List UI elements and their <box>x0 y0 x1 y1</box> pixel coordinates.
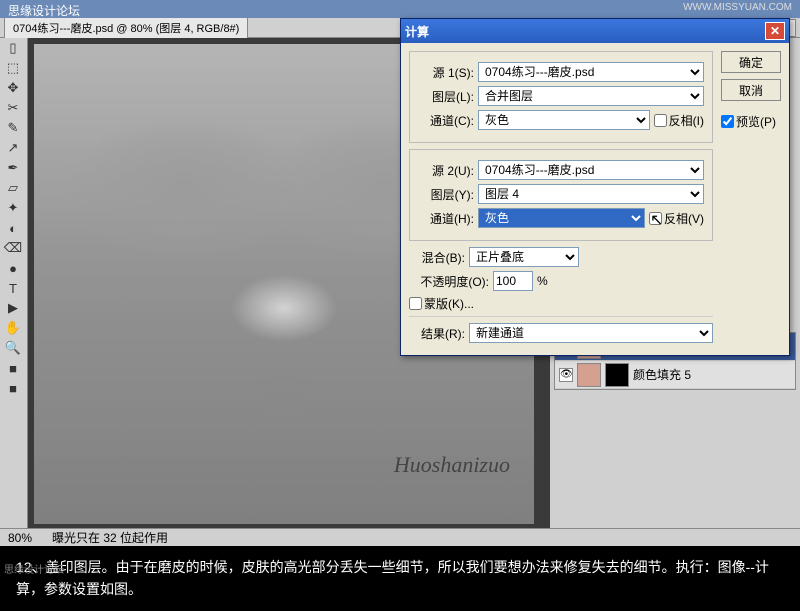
app-titlebar: 思缘设计论坛 WWW.MISSYUAN.COM <box>0 0 800 18</box>
tool-button[interactable]: ◐ <box>0 218 26 238</box>
tool-button[interactable]: T <box>0 278 26 298</box>
document-tab[interactable]: 0704练习---磨皮.psd @ 80% (图层 4, RGB/8#) <box>4 17 248 39</box>
mask-checkbox[interactable] <box>409 297 422 310</box>
forum-name: 思缘设计论坛 <box>8 4 80 18</box>
tool-button[interactable]: ↗ <box>0 138 26 158</box>
source1-channel-label: 通道(C): <box>418 112 474 129</box>
source2-channel-select[interactable]: 灰色 <box>478 208 645 228</box>
source1-group: 源 1(S): 0704练习---磨皮.psd 图层(L): 合并图层 通道(C… <box>409 51 713 143</box>
source1-layer-label: 图层(L): <box>418 88 474 105</box>
source2-group: 源 2(U): 0704练习---磨皮.psd 图层(Y): 图层 4 通道(H… <box>409 149 713 241</box>
preview-checkbox[interactable] <box>721 115 734 128</box>
tool-button[interactable]: ▶ <box>0 298 26 318</box>
tool-button[interactable]: ✥ <box>0 78 26 98</box>
source2-channel-label: 通道(H): <box>418 210 474 227</box>
tool-button[interactable]: ✋ <box>0 318 26 338</box>
signature-text: Huoshanizuo <box>394 452 510 478</box>
source2-layer-select[interactable]: 图层 4 <box>478 184 704 204</box>
layer-row[interactable]: 👁 颜色填充 5 <box>555 361 795 389</box>
tool-button[interactable]: ● <box>0 258 26 278</box>
tool-button[interactable]: ✦ <box>0 198 26 218</box>
result-label: 结果(R): <box>409 325 465 342</box>
watermark-bottom: 思缘设计论坛 <box>4 561 64 576</box>
layer-name: 颜色填充 5 <box>633 366 691 383</box>
source1-file-select[interactable]: 0704练习---磨皮.psd <box>478 62 704 82</box>
source2-label: 源 2(U): <box>418 162 474 179</box>
tool-button[interactable]: ■ <box>0 378 26 398</box>
visibility-icon[interactable]: 👁 <box>559 368 573 382</box>
tool-button[interactable]: ■ <box>0 358 26 378</box>
opacity-pct: % <box>537 274 548 288</box>
tool-button[interactable]: 🔍 <box>0 338 26 358</box>
tool-button[interactable]: ⌫ <box>0 238 26 258</box>
opacity-input[interactable] <box>493 271 533 291</box>
opacity-label: 不透明度(O): <box>409 273 489 290</box>
tutorial-caption: 12、盖印图层。由于在磨皮的时候，皮肤的高光部分丢失一些细节，所以我们要想办法来… <box>0 546 800 611</box>
mask-label: 蒙版(K)... <box>424 295 474 312</box>
dialog-title: 计算 <box>405 23 429 40</box>
tool-button[interactable]: ✂ <box>0 98 26 118</box>
source1-channel-select[interactable]: 灰色 <box>478 110 650 130</box>
cancel-button[interactable]: 取消 <box>721 79 781 101</box>
blend-label: 混合(B): <box>409 249 465 266</box>
calculations-dialog: 计算 ✕ 源 1(S): 0704练习---磨皮.psd 图层(L): 合并图层… <box>400 18 790 356</box>
layer-mask-thumb <box>605 363 629 387</box>
tool-palette: ▯⬚✥✂✎↗✒▱✦◐⌫●T▶✋🔍■■ <box>0 38 28 528</box>
source1-invert-label: 反相(I) <box>669 112 704 129</box>
ok-button[interactable]: 确定 <box>721 51 781 73</box>
source2-invert-checkbox[interactable] <box>649 212 662 225</box>
blend-select[interactable]: 正片叠底 <box>469 247 579 267</box>
tool-button[interactable]: ▱ <box>0 178 26 198</box>
tool-button[interactable]: ✎ <box>0 118 26 138</box>
tool-button[interactable]: ✒ <box>0 158 26 178</box>
source1-label: 源 1(S): <box>418 64 474 81</box>
status-bar: 80% 曝光只在 32 位起作用 <box>0 528 800 546</box>
source2-file-select[interactable]: 0704练习---磨皮.psd <box>478 160 704 180</box>
watermark-url: WWW.MISSYUAN.COM <box>683 2 792 13</box>
close-icon[interactable]: ✕ <box>765 22 785 40</box>
source2-layer-label: 图层(Y): <box>418 186 474 203</box>
tool-button[interactable]: ▯ <box>0 38 26 58</box>
source1-layer-select[interactable]: 合并图层 <box>478 86 704 106</box>
tool-button[interactable]: ⬚ <box>0 58 26 78</box>
layer-thumb <box>577 363 601 387</box>
preview-label: 预览(P) <box>736 113 776 130</box>
result-select[interactable]: 新建通道 <box>469 323 713 343</box>
dialog-titlebar[interactable]: 计算 ✕ <box>401 19 789 43</box>
source2-invert-label: 反相(V) <box>664 210 704 227</box>
status-message: 曝光只在 32 位起作用 <box>52 529 168 546</box>
zoom-level[interactable]: 80% <box>8 531 32 545</box>
source1-invert-checkbox[interactable] <box>654 114 667 127</box>
